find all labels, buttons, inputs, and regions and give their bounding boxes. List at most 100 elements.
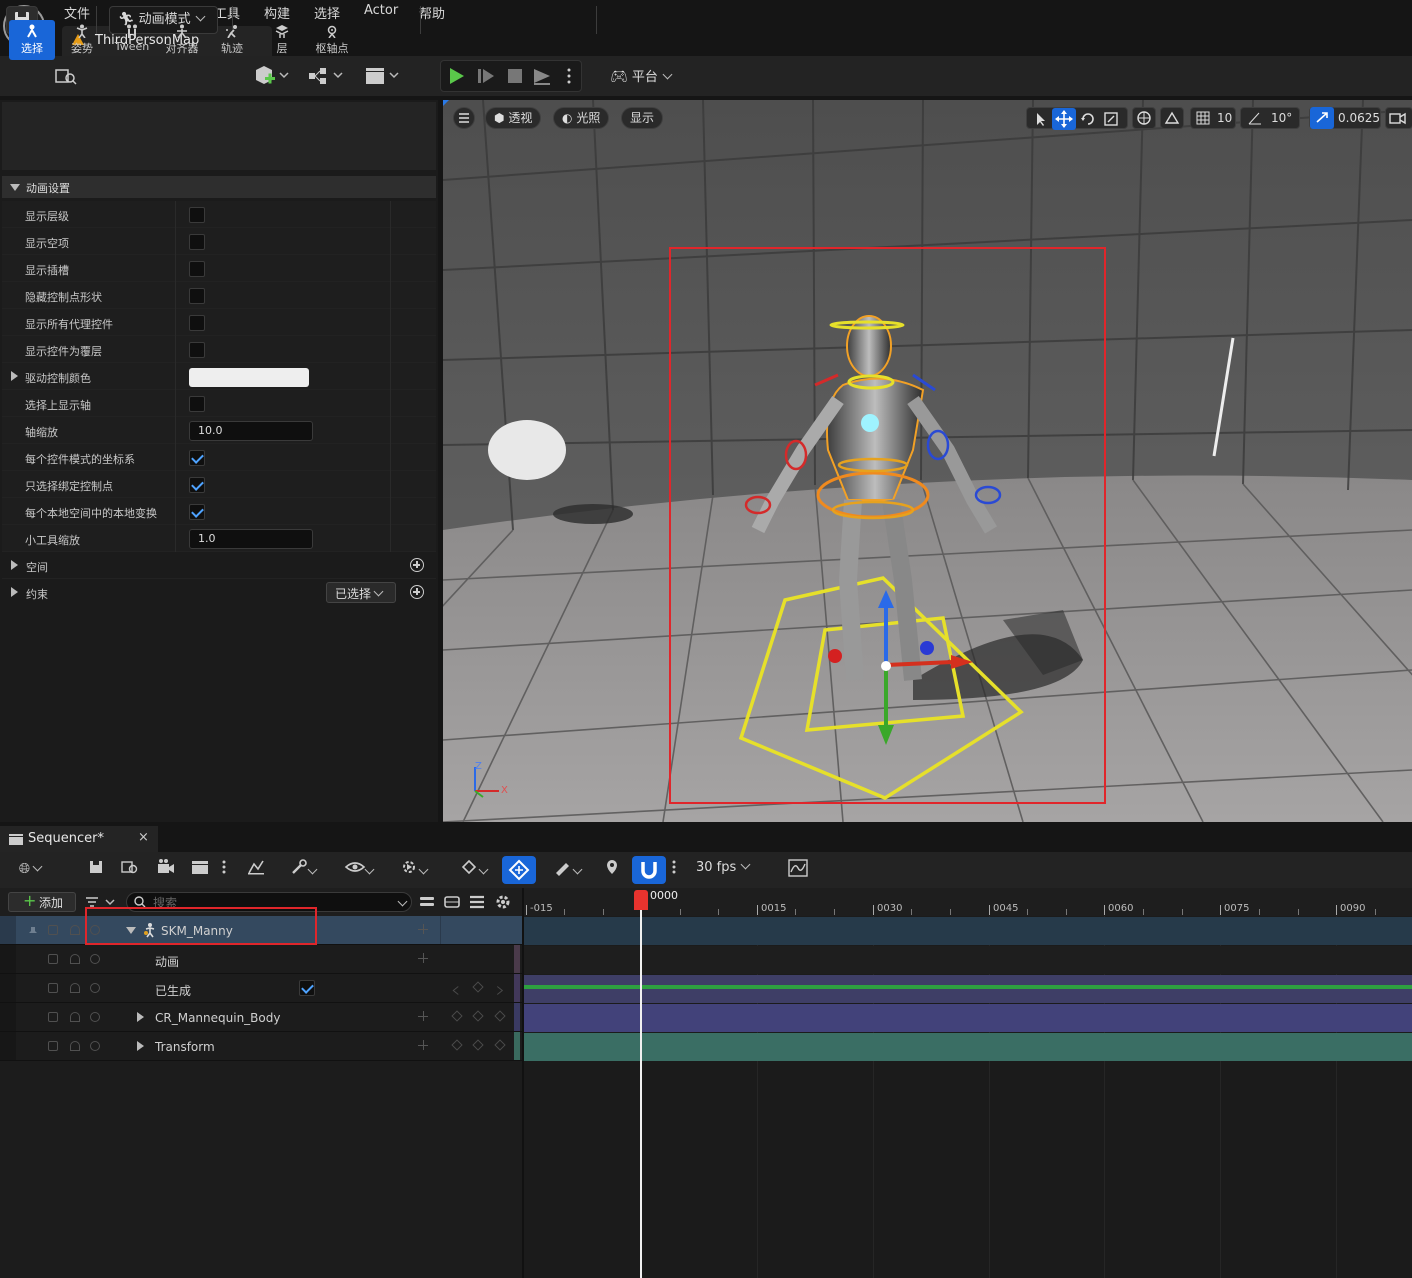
eject-icon[interactable] [530,64,554,88]
play-icon[interactable] [446,64,468,88]
solo-icon[interactable] [70,1012,80,1022]
show-sockets-checkbox[interactable] [189,261,205,277]
platform-button[interactable]: 🎮︎ 平台 [610,66,680,86]
show-axes-checkbox[interactable] [189,396,205,412]
tools-wrench-icon[interactable] [284,858,320,880]
next-key-icon[interactable] [494,1039,506,1051]
expand-arrow-icon[interactable] [137,1012,144,1022]
mode-pivot[interactable]: 枢轴点 [309,20,355,60]
section-space[interactable]: 空间 [2,552,436,579]
control-rig-track-band[interactable] [524,1004,1412,1032]
coord-system-checkbox[interactable] [189,450,205,466]
solo-icon[interactable] [70,983,80,993]
mute-icon[interactable] [90,983,100,993]
menu-actor[interactable]: Actor [364,3,398,18]
key-options-icon[interactable] [452,858,492,880]
pin-icon[interactable] [28,925,38,935]
perspective-button[interactable]: ⬢ 透视 [485,107,542,129]
snap-magnet-icon[interactable] [632,856,666,884]
section-constraint[interactable]: 约束 已选择 [2,579,436,606]
axis-scale-input[interactable]: 10.0 [189,421,313,441]
curve-editor-icon[interactable] [786,858,810,880]
controls-overlay-checkbox[interactable] [189,342,205,358]
lock-icon[interactable] [48,954,58,964]
auto-key-icon[interactable] [502,856,536,884]
playhead-line[interactable] [640,910,642,1278]
prev-key-icon[interactable] [451,1010,463,1022]
stop-icon[interactable] [504,64,526,88]
track-row-transform[interactable]: Transform [0,1032,522,1061]
spawned-checkbox[interactable] [299,980,315,996]
show-hierarchy-checkbox[interactable] [189,207,205,223]
lock-icon[interactable] [48,1012,58,1022]
collapse-all-icon[interactable] [418,894,436,910]
solo-icon[interactable] [70,1041,80,1051]
close-tab-icon[interactable]: × [138,830,149,845]
next-key-icon[interactable] [494,981,505,995]
solo-icon[interactable] [70,954,80,964]
move-tool-icon[interactable] [1052,108,1076,130]
edit-pencil-icon[interactable] [546,858,586,880]
view-options-eye-icon[interactable] [338,858,378,880]
mode-layer[interactable]: 层 [259,20,305,60]
scale-tool-icon[interactable] [1102,110,1120,128]
mode-pose[interactable]: 姿势 [59,20,105,60]
step-forward-icon[interactable] [475,64,497,88]
driven-color-swatch[interactable] [189,368,309,387]
mute-icon[interactable] [90,954,100,964]
mode-aligner[interactable]: 对齐器 [159,20,205,60]
show-proxy-controls-checkbox[interactable] [189,315,205,331]
animation-track-band[interactable] [524,946,1412,974]
add-subtrack-icon[interactable] [418,1040,428,1050]
gizmo-scale-input[interactable]: 1.0 [189,529,313,549]
mute-icon[interactable] [90,1041,100,1051]
browse-content-icon[interactable] [52,62,80,90]
mode-select[interactable]: 选择 [9,20,55,60]
solo-icon[interactable] [70,925,80,935]
add-key-icon[interactable] [472,1039,484,1051]
save-sequence-icon[interactable] [84,858,108,880]
add-key-icon[interactable] [472,1010,484,1022]
expand-arrow-icon[interactable] [137,1041,144,1051]
playback-options-icon[interactable] [392,858,432,880]
track-row-cr-mannequin-body[interactable]: CR_Mannequin_Body [0,1003,522,1032]
rotation-snap-button[interactable]: 10° [1240,107,1300,129]
playhead-handle[interactable] [634,890,648,910]
transform-track-band[interactable] [524,1033,1412,1061]
actor-to-sequencer-icon[interactable] [244,858,268,880]
grid-snap-button[interactable]: 10 [1190,107,1236,129]
world-settings-icon[interactable]: 🌐︎ [12,858,48,880]
add-subtrack-icon[interactable] [418,953,428,963]
expand-arrow-icon[interactable] [11,371,18,381]
camera-speed-icon[interactable] [1385,107,1412,129]
find-in-browser-icon[interactable] [118,858,142,880]
lock-icon[interactable] [48,983,58,993]
hide-control-shapes-checkbox[interactable] [189,288,205,304]
expand-all-icon[interactable] [443,894,461,910]
anim-settings-header[interactable]: 动画设置 [2,176,436,198]
level-viewport[interactable]: ⬢ 透视 ◐ 光照 显示 10 10° 0.0625 Z X [443,100,1412,822]
add-track-button[interactable]: + 添加 [8,892,76,912]
snap-options-icon[interactable] [668,858,680,880]
add-actor-icon[interactable] [252,62,292,90]
world-coords-icon[interactable] [1132,107,1156,129]
only-rig-controls-checkbox[interactable] [189,477,205,493]
lighting-button[interactable]: ◐ 光照 [553,107,610,129]
list-view-icon[interactable] [468,894,486,910]
rotate-tool-icon[interactable] [1079,110,1097,128]
fps-dropdown[interactable]: 30 fps [696,859,756,878]
show-nulls-checkbox[interactable] [189,234,205,250]
show-button[interactable]: 显示 [621,107,664,129]
sequencer-tab[interactable]: Sequencer* × [0,826,158,852]
add-key-icon[interactable] [472,981,484,993]
constraint-dropdown[interactable]: 已选择 [326,582,396,603]
track-row-spawned[interactable]: 已生成 [0,974,522,1003]
cinematics-icon[interactable] [362,62,402,90]
select-cursor-icon[interactable] [1032,110,1050,128]
lock-icon[interactable] [48,1041,58,1051]
add-space-icon[interactable] [410,558,424,572]
skm-manny-track-band[interactable] [524,917,1412,945]
surface-snap-icon[interactable] [1160,107,1184,129]
viewport-menu-icon[interactable] [453,107,475,129]
mode-tween[interactable]: Tween [109,20,155,60]
